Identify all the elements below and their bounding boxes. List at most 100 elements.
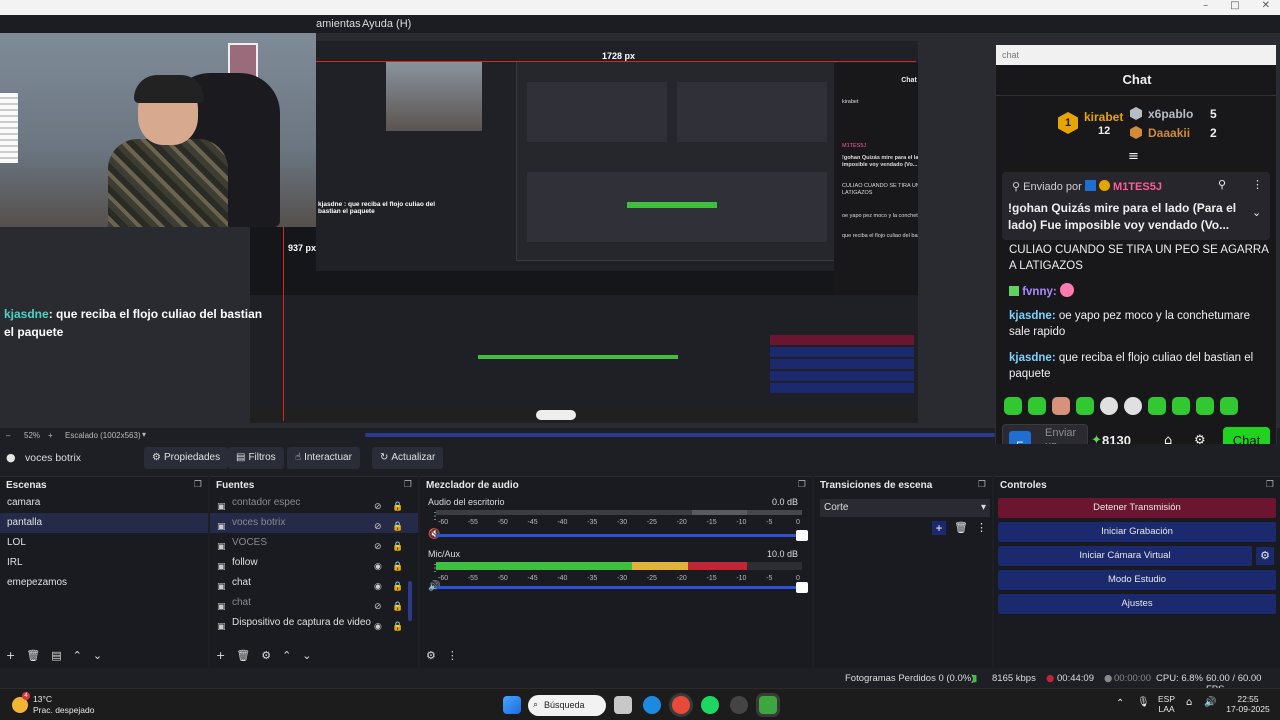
- obs-icon[interactable]: [730, 696, 748, 714]
- move-down-icon[interactable]: ⌄: [302, 649, 311, 662]
- volume-slider-mic[interactable]: [436, 582, 808, 593]
- chat-url-bar[interactable]: chat: [996, 45, 1276, 65]
- more-options-icon[interactable]: ⋮: [976, 521, 987, 534]
- volume-knob[interactable]: [796, 530, 808, 541]
- interact-button[interactable]: ☝ Interactuar: [287, 447, 360, 469]
- start-recording-button[interactable]: Iniciar Grabación: [998, 522, 1276, 542]
- more-options-icon[interactable]: ⋮: [447, 649, 458, 662]
- source-item[interactable]: ▣ follow ◉ 🔒: [210, 553, 418, 573]
- source-item[interactable]: ▣ Dispositivo de captura de video ◉ 🔒: [210, 613, 418, 633]
- gear-icon[interactable]: ⚙: [261, 649, 271, 662]
- lock-icon[interactable]: 🔒: [392, 617, 403, 637]
- transition-select[interactable]: Corte ▾: [820, 499, 990, 517]
- scene-item[interactable]: camara: [0, 493, 208, 513]
- preview-scrollbar[interactable]: [365, 433, 995, 437]
- emote-icon[interactable]: [1196, 397, 1214, 415]
- gear-icon[interactable]: ⚙: [1256, 547, 1274, 565]
- volume-slider-desktop[interactable]: [436, 530, 808, 541]
- move-down-icon[interactable]: ⌄: [93, 649, 102, 662]
- network-icon[interactable]: ⌂: [1186, 698, 1192, 708]
- task-view-icon[interactable]: [614, 696, 632, 714]
- dock-popout-icon[interactable]: ❐: [978, 480, 986, 490]
- chevron-down-icon[interactable]: ⌄: [1252, 206, 1261, 219]
- maximize-button[interactable]: □: [1230, 0, 1239, 15]
- trash-icon[interactable]: 🗑: [954, 521, 968, 534]
- add-icon[interactable]: +: [6, 649, 15, 662]
- properties-button[interactable]: ⚙ Propiedades: [144, 447, 229, 469]
- source-item[interactable]: ▣ voces botrix ⊘ 🔒: [210, 513, 418, 533]
- scale-mode[interactable]: Escalado (1002x563): [65, 431, 141, 440]
- sources-scrollbar[interactable]: [408, 581, 412, 621]
- chevron-up-icon[interactable]: ⌃: [1116, 699, 1124, 709]
- meter-tick-label: -25: [646, 575, 657, 582]
- zoom-in-icon[interactable]: +: [48, 431, 53, 440]
- emote-icon[interactable]: [1076, 397, 1094, 415]
- emote-icon[interactable]: [1124, 397, 1142, 415]
- language-indicator[interactable]: ESP LAA: [1158, 694, 1175, 714]
- add-transition-icon[interactable]: +: [932, 521, 946, 535]
- minimize-button[interactable]: –: [1203, 0, 1208, 15]
- chat-username[interactable]: fvnny:: [1022, 286, 1057, 298]
- spotify-icon[interactable]: [701, 696, 719, 714]
- scene-item[interactable]: pantalla: [0, 513, 208, 533]
- source-item[interactable]: ▣ contador espec ⊘ 🔒: [210, 493, 418, 513]
- filters-button[interactable]: ▤ Filtros: [228, 447, 284, 469]
- move-up-icon[interactable]: ⌃: [282, 649, 291, 662]
- pinned-user[interactable]: M1TES5J: [1113, 181, 1162, 193]
- add-icon[interactable]: +: [216, 649, 225, 662]
- source-item[interactable]: ▣ VOCES ⊘ 🔒: [210, 533, 418, 553]
- leaderboard-collapse-icon[interactable]: ≡: [1128, 149, 1139, 164]
- dock-popout-icon[interactable]: ❐: [798, 480, 806, 490]
- volume-icon[interactable]: 🔊: [1204, 698, 1216, 708]
- menu-tools[interactable]: amientas: [316, 18, 361, 30]
- clock[interactable]: 22:55 17-09-2025: [1222, 694, 1274, 714]
- mixer-settings-icon[interactable]: ⚙: [426, 649, 436, 662]
- emote-icon[interactable]: [1148, 397, 1166, 415]
- close-button[interactable]: ✕: [1262, 0, 1270, 15]
- taskbar-search[interactable]: ⌕ Búsqueda: [528, 695, 606, 716]
- dock-popout-icon[interactable]: ❐: [194, 480, 202, 490]
- minecraft-icon[interactable]: [759, 696, 777, 714]
- meter-tick-label: -30: [617, 519, 628, 526]
- scene-item[interactable]: emepezamos: [0, 573, 208, 593]
- zoom-out-icon[interactable]: –: [6, 431, 10, 440]
- trash-icon[interactable]: 🗑: [236, 649, 250, 662]
- chat-username[interactable]: kjasdne:: [1009, 352, 1056, 364]
- source-item[interactable]: ▣ chat ◉ 🔒: [210, 573, 418, 593]
- emote-icon[interactable]: [1220, 397, 1238, 415]
- chrome-icon[interactable]: [672, 696, 690, 714]
- scale-dropdown-icon[interactable]: ▾: [142, 430, 146, 439]
- volume-knob[interactable]: [796, 582, 808, 593]
- controls-dock: Controles ❐ Detener Transmisión Iniciar …: [994, 476, 1280, 668]
- emote-icon[interactable]: [1100, 397, 1118, 415]
- eye-icon[interactable]: ◉: [374, 617, 382, 637]
- filter-icon[interactable]: ▤: [51, 649, 61, 662]
- trash-icon[interactable]: 🗑: [26, 649, 40, 662]
- emote-icon[interactable]: [1052, 397, 1070, 415]
- refresh-button[interactable]: ↻ Actualizar: [372, 447, 444, 469]
- dock-popout-icon[interactable]: ❐: [404, 480, 412, 490]
- windows-start-icon[interactable]: [503, 696, 521, 714]
- properties-label: Propiedades: [163, 452, 221, 463]
- emote-icon[interactable]: [1004, 397, 1022, 415]
- scene-item[interactable]: LOL: [0, 533, 208, 553]
- source-item[interactable]: ▣ chat ⊘ 🔒: [210, 593, 418, 613]
- settings-button[interactable]: Ajustes: [998, 594, 1276, 614]
- scene-item[interactable]: IRL: [0, 553, 208, 573]
- chat-username[interactable]: kjasdne:: [1009, 310, 1056, 322]
- search-icon: ⌕: [533, 700, 539, 710]
- emote-icon[interactable]: [1172, 397, 1190, 415]
- emote-icon[interactable]: [1028, 397, 1046, 415]
- dock-popout-icon[interactable]: ❐: [1266, 480, 1274, 490]
- stop-stream-button[interactable]: Detener Transmisión: [998, 498, 1276, 518]
- studio-mode-button[interactable]: Modo Estudio: [998, 570, 1276, 590]
- virtual-camera-button[interactable]: Iniciar Cámara Virtual: [998, 546, 1252, 566]
- unpin-icon[interactable]: ⚲: [1218, 178, 1226, 191]
- edge-icon[interactable]: [643, 696, 661, 714]
- more-options-icon[interactable]: ⋮: [1252, 178, 1263, 191]
- source-name: follow: [232, 557, 258, 568]
- microphone-icon[interactable]: 🎙: [1137, 698, 1150, 708]
- move-up-icon[interactable]: ⌃: [73, 649, 82, 662]
- hand-icon: ☝: [295, 452, 302, 463]
- menu-help[interactable]: Ayuda (H): [362, 18, 411, 30]
